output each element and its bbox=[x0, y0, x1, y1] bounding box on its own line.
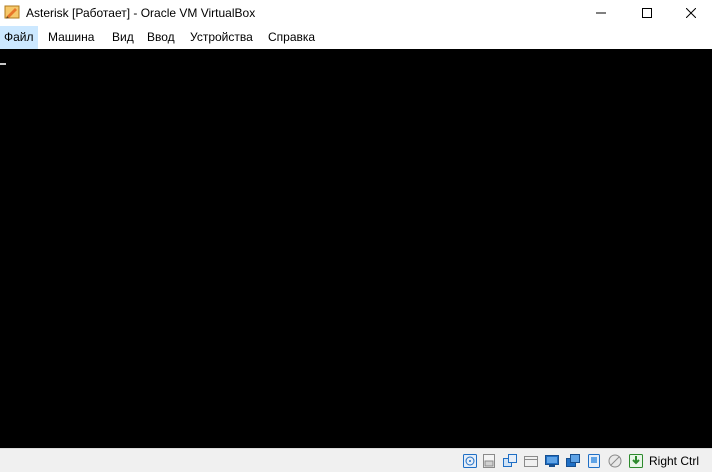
vm-display[interactable] bbox=[0, 49, 712, 448]
menu-help[interactable]: Справка bbox=[264, 26, 319, 49]
menu-file[interactable]: Файл bbox=[0, 26, 38, 49]
window-title: Asterisk [Работает] - Oracle VM VirtualB… bbox=[26, 6, 256, 20]
menu-view[interactable]: Вид bbox=[108, 26, 138, 49]
audio-icon[interactable] bbox=[502, 453, 518, 469]
menu-machine[interactable]: Машина bbox=[44, 26, 98, 49]
menu-input[interactable]: Ввод bbox=[143, 26, 179, 49]
video-capture-icon[interactable] bbox=[607, 453, 623, 469]
minimize-icon bbox=[596, 12, 606, 14]
host-key-label: Right Ctrl bbox=[649, 454, 700, 468]
menu-bar: Файл Машина Вид Ввод Устройства Справка bbox=[0, 26, 712, 49]
keyboard-capture-icon[interactable] bbox=[628, 453, 644, 469]
optical-drive-icon[interactable] bbox=[481, 453, 497, 469]
virtualbox-vm-icon[interactable] bbox=[4, 4, 20, 20]
network-icon[interactable] bbox=[523, 453, 539, 469]
hard-disk-icon[interactable] bbox=[462, 453, 478, 469]
maximize-button[interactable] bbox=[624, 0, 670, 26]
title-bar[interactable]: Asterisk [Работает] - Oracle VM VirtualB… bbox=[0, 0, 712, 26]
display-icon[interactable] bbox=[586, 453, 602, 469]
status-bar: Right Ctrl bbox=[0, 448, 712, 472]
menu-devices[interactable]: Устройства bbox=[186, 26, 257, 49]
minimize-button[interactable] bbox=[578, 0, 624, 26]
text-cursor bbox=[0, 63, 6, 65]
close-button[interactable] bbox=[670, 0, 712, 26]
shared-folders-icon[interactable] bbox=[565, 453, 581, 469]
close-icon bbox=[686, 8, 696, 18]
usb-icon[interactable] bbox=[544, 453, 560, 469]
maximize-icon bbox=[642, 8, 652, 18]
